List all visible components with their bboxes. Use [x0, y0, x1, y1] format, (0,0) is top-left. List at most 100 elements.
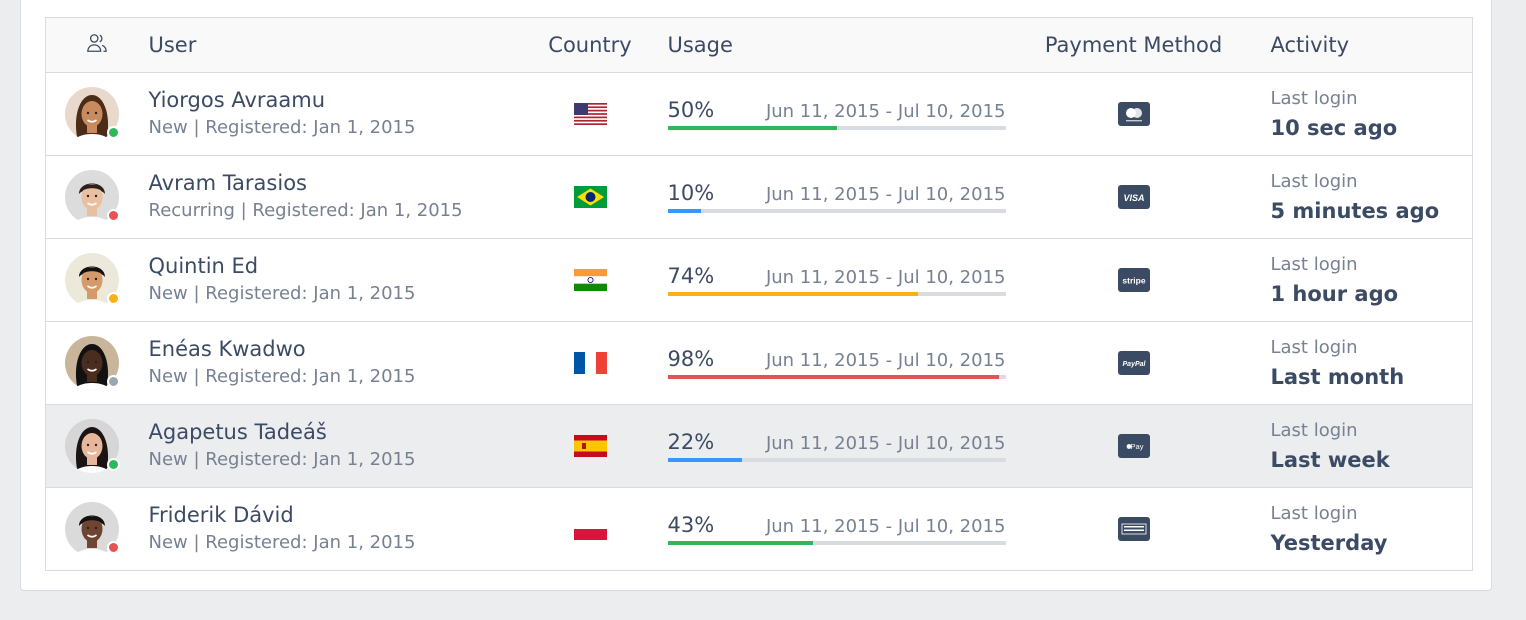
usage-progress-bar — [667, 126, 1006, 130]
svg-text:PayPal: PayPal — [1122, 361, 1146, 368]
activity-value: 1 hour ago — [1270, 282, 1399, 306]
avatar-cell — [46, 73, 149, 156]
table-row[interactable]: Friderik Dávid New | Registered: Jan 1, … — [45, 487, 1473, 571]
poland-flag-icon — [529, 518, 652, 540]
usage-cell: 22% Jun 11, 2015 - Jul 10, 2015 — [652, 405, 1014, 488]
user-name[interactable]: Quintin Ed — [149, 252, 529, 280]
avatar[interactable] — [65, 502, 120, 556]
user-registration-info: New | Registered: Jan 1, 2015 — [148, 532, 416, 553]
usage-progress-fill — [667, 458, 742, 462]
usage-progress-fill — [667, 375, 999, 379]
usage-percent: 22% — [667, 430, 715, 454]
header-avatar — [45, 17, 149, 73]
avatar[interactable] — [65, 170, 120, 224]
activity-cell: Last login 10 sec ago — [1254, 73, 1473, 156]
usage-progress-bar — [667, 458, 1006, 462]
usage-cell: 43% Jun 11, 2015 - Jul 10, 2015 — [652, 488, 1014, 571]
table-row[interactable]: Yiorgos Avraamu New | Registered: Jan 1,… — [45, 72, 1473, 156]
user-registration-info: New | Registered: Jan 1, 2015 — [148, 449, 416, 470]
activity-label: Last login — [1270, 337, 1358, 358]
usage-cell: 74% Jun 11, 2015 - Jul 10, 2015 — [652, 239, 1014, 322]
activity-label: Last login — [1270, 254, 1358, 275]
user-name[interactable]: Enéas Kwadwo — [149, 335, 529, 363]
usage-date-range: Jun 11, 2015 - Jul 10, 2015 — [765, 516, 1006, 537]
country-cell — [529, 239, 652, 322]
paypal-icon: PayPal — [1014, 351, 1254, 375]
user-name[interactable]: Yiorgos Avraamu — [149, 86, 529, 114]
status-indicator — [107, 458, 120, 471]
user-name[interactable]: Friderik Dávid — [149, 501, 529, 529]
header-country[interactable]: Country — [528, 17, 652, 73]
user-cell: Avram Tarasios Recurring | Registered: J… — [149, 156, 529, 239]
svg-text:VISA: VISA — [1123, 193, 1144, 203]
france-flag-icon — [529, 352, 652, 374]
activity-label: Last login — [1270, 420, 1358, 441]
usage-progress-fill — [667, 209, 702, 213]
header-user[interactable]: User — [148, 17, 529, 73]
usage-percent: 74% — [667, 264, 715, 288]
usage-progress-bar — [667, 292, 1006, 296]
status-indicator — [107, 292, 120, 305]
table-row[interactable]: Avram Tarasios Recurring | Registered: J… — [45, 155, 1473, 239]
activity-label: Last login — [1270, 88, 1358, 109]
usage-percent: 50% — [667, 98, 715, 122]
mastercard-icon — [1014, 102, 1254, 126]
payment-cell — [1014, 488, 1254, 571]
country-cell — [529, 156, 652, 239]
header-usage[interactable]: Usage — [651, 17, 1014, 73]
usage-percent: 98% — [667, 347, 715, 371]
user-registration-info: New | Registered: Jan 1, 2015 — [148, 283, 416, 304]
avatar-cell — [46, 488, 149, 571]
usage-date-range: Jun 11, 2015 - Jul 10, 2015 — [765, 101, 1006, 122]
user-registration-info: New | Registered: Jan 1, 2015 — [148, 117, 416, 138]
usage-progress-bar — [667, 375, 1006, 379]
activity-label: Last login — [1270, 503, 1358, 524]
user-registration-info: Recurring | Registered: Jan 1, 2015 — [148, 200, 463, 221]
country-cell — [529, 488, 652, 571]
avatar-cell — [46, 239, 149, 322]
user-cell: Quintin Ed New | Registered: Jan 1, 2015 — [149, 239, 529, 322]
user-name[interactable]: Avram Tarasios — [149, 169, 529, 197]
user-cell: Friderik Dávid New | Registered: Jan 1, … — [149, 488, 529, 571]
apple-pay-icon: Pay — [1014, 434, 1254, 458]
activity-value: Yesterday — [1270, 531, 1388, 555]
activity-label: Last login — [1270, 171, 1358, 192]
table-row[interactable]: Quintin Ed New | Registered: Jan 1, 2015… — [45, 238, 1473, 322]
usage-date-range: Jun 11, 2015 - Jul 10, 2015 — [765, 267, 1006, 288]
user-cell: Enéas Kwadwo New | Registered: Jan 1, 20… — [149, 322, 529, 405]
table-row[interactable]: Enéas Kwadwo New | Registered: Jan 1, 20… — [45, 321, 1473, 405]
table-header-row: User Country Usage Payment Method Activi… — [45, 17, 1473, 73]
header-activity[interactable]: Activity — [1253, 17, 1473, 73]
user-name[interactable]: Agapetus Tadeáš — [149, 418, 529, 446]
avatar-cell — [46, 156, 149, 239]
avatar-cell — [46, 405, 149, 488]
user-cell: Yiorgos Avraamu New | Registered: Jan 1,… — [149, 73, 529, 156]
payment-cell: stripe — [1014, 239, 1254, 322]
avatar[interactable] — [65, 87, 120, 141]
header-payment-method[interactable]: Payment Method — [1013, 17, 1254, 73]
activity-cell: Last login 5 minutes ago — [1254, 156, 1473, 239]
user-registration-info: New | Registered: Jan 1, 2015 — [148, 366, 416, 387]
usage-progress-bar — [667, 541, 1006, 545]
payment-cell: PayPal — [1014, 322, 1254, 405]
avatar[interactable] — [65, 336, 120, 390]
activity-cell: Last login Yesterday — [1254, 488, 1473, 571]
activity-value: Last week — [1270, 448, 1390, 472]
stripe-icon: stripe — [1014, 268, 1254, 292]
spain-flag-icon — [529, 435, 652, 457]
usage-progress-fill — [667, 292, 918, 296]
usage-progress-fill — [667, 126, 837, 130]
payment-cell: VISA — [1014, 156, 1254, 239]
payment-cell — [1014, 73, 1254, 156]
activity-cell: Last login Last week — [1254, 405, 1473, 488]
user-cell: Agapetus Tadeáš New | Registered: Jan 1,… — [149, 405, 529, 488]
avatar[interactable] — [65, 419, 120, 473]
activity-value: Last month — [1270, 365, 1405, 389]
usage-cell: 50% Jun 11, 2015 - Jul 10, 2015 — [652, 73, 1014, 156]
users-card: User Country Usage Payment Method Activi… — [20, 0, 1492, 591]
status-indicator — [107, 541, 120, 554]
avatar-cell — [46, 322, 149, 405]
avatar[interactable] — [65, 253, 120, 307]
usage-progress-fill — [667, 541, 813, 545]
table-row[interactable]: Agapetus Tadeáš New | Registered: Jan 1,… — [45, 404, 1473, 488]
